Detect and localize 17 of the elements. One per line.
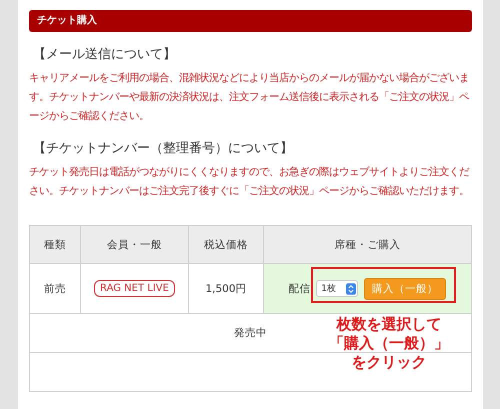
section-header: チケット購入 bbox=[29, 10, 472, 32]
ticket-type-badge: RAG NET LIVE bbox=[94, 280, 175, 297]
column-header: 種類 bbox=[30, 226, 80, 264]
column-header: 席種・ご購入 bbox=[264, 226, 472, 264]
quantity-select[interactable]: 1枚 bbox=[316, 280, 358, 297]
section-heading: 【メール送信について】 bbox=[32, 46, 177, 64]
column-header: 税込価格 bbox=[188, 226, 264, 264]
annotation-text: 「購入（一般）」 bbox=[329, 334, 449, 353]
notice-text: チケット発売日は電話がつながりにくくなりますので、お急ぎの際はウェブサイトよりご注文ください。チケットナンバーはご注文完了後すぐに「ご注文の状況」ページからご確認いただけます。 bbox=[29, 165, 469, 199]
seat-label: 配信 bbox=[288, 282, 310, 296]
annotation-text: をクリック bbox=[352, 353, 426, 372]
annotation-text: 枚数を選択して bbox=[336, 315, 442, 334]
stepper-icon bbox=[346, 282, 356, 294]
column-header: 会員・一般 bbox=[80, 226, 188, 264]
section-heading: 【チケットナンバー（整理番号）について】 bbox=[32, 140, 294, 158]
table-cell: 前売 bbox=[30, 264, 80, 314]
notice-text: キャリアメールをご利用の場合、混雑状況などにより当店からのメールが届かない場合がございます。チケットナンバーや最新の決済状況は、注文フォーム送信後に表示される「ご注文の状況」ページからご確認ください。 bbox=[29, 71, 469, 124]
